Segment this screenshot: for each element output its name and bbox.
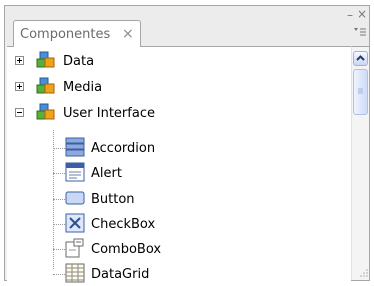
resize-grip-icon[interactable] <box>359 268 369 278</box>
expand-icon[interactable] <box>15 82 24 91</box>
panel-titlebar: Componentes × – × <box>5 6 369 47</box>
combobox-icon <box>65 238 84 258</box>
scroll-up-button[interactable] <box>353 51 368 66</box>
tree-item-label: DataGrid <box>91 266 150 282</box>
tab-label: Componentes <box>20 27 111 42</box>
tree-item-label: CheckBox <box>91 216 156 232</box>
datagrid-icon <box>65 263 85 283</box>
accordion-icon <box>65 137 85 157</box>
tree-item-label: ComboBox <box>91 241 162 257</box>
chevron-up-icon <box>356 55 365 61</box>
tree-item-button[interactable]: Button <box>63 187 343 211</box>
panel-menu-icon[interactable] <box>351 25 367 39</box>
components-panel: Componentes × – × Data Media User Interf… <box>4 5 370 283</box>
tree-item-label: Data <box>63 53 95 69</box>
tab-close-icon[interactable]: × <box>122 26 134 42</box>
tree-item-checkbox[interactable]: CheckBox <box>63 212 343 236</box>
cubes-icon <box>36 103 55 120</box>
grip-lines-icon <box>358 88 363 94</box>
cubes-icon <box>36 77 55 94</box>
minimize-icon[interactable]: – <box>347 9 353 21</box>
button-icon <box>65 191 85 205</box>
tree-item-label: Accordion <box>91 140 156 156</box>
tree-item-media[interactable]: Media <box>7 75 347 99</box>
expand-icon[interactable] <box>15 56 24 65</box>
tree-item-accordion[interactable]: Accordion <box>63 136 343 160</box>
collapse-icon[interactable] <box>15 108 24 117</box>
tree-item-user-interface[interactable]: User Interface <box>7 101 347 125</box>
tree-item-label: Button <box>91 191 135 207</box>
tree-view[interactable]: Data Media User Interface Accordion Aler… <box>7 46 351 283</box>
tree-item-combobox[interactable]: ComboBox <box>63 237 343 261</box>
tree-item-alert[interactable]: Alert <box>63 161 343 185</box>
tree-item-data[interactable]: Data <box>7 49 347 73</box>
tree-item-label: Alert <box>91 165 122 181</box>
cubes-icon <box>36 51 55 68</box>
scroll-thumb[interactable] <box>353 69 368 115</box>
tree-item-label: Media <box>63 79 103 95</box>
vertical-scrollbar[interactable] <box>351 46 369 280</box>
alert-icon <box>65 162 85 182</box>
tree-item-datagrid[interactable]: DataGrid <box>63 262 343 286</box>
tree-item-label: User Interface <box>63 105 155 121</box>
close-panel-icon[interactable]: × <box>357 8 367 20</box>
tab-componentes[interactable]: Componentes × <box>13 20 141 47</box>
checkbox-icon <box>65 213 85 233</box>
